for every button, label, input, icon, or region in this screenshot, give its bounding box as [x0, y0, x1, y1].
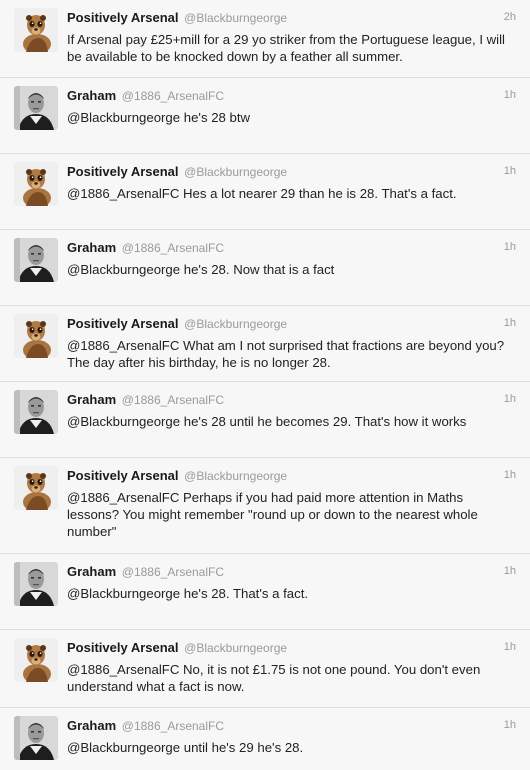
tweet-text: @Blackburngeorge he's 28 btw	[67, 110, 251, 125]
tweet-text: @1886_ArsenalFC Hes a lot nearer 29 than…	[67, 186, 457, 201]
tweet-author-name[interactable]: Positively Arsenal	[67, 316, 179, 331]
tweet-row[interactable]: Positively Arsenal @Blackburngeorge 1h @18…	[0, 154, 530, 230]
footballer-avatar-icon[interactable]	[14, 716, 58, 760]
tweet-author-name[interactable]: Positively Arsenal	[67, 164, 179, 179]
tweet-author-handle[interactable]: @1886_ArsenalFC	[122, 393, 224, 407]
tweet-header: Positively Arsenal @Blackburngeorge	[67, 10, 287, 26]
tweet-header: Graham @1886_ArsenalFC	[67, 718, 224, 734]
tweet-header: Graham @1886_ArsenalFC	[67, 88, 224, 104]
footballer-avatar-icon[interactable]	[14, 86, 58, 130]
tweet-timestamp[interactable]: 1h	[504, 641, 516, 653]
tweet-header: Graham @1886_ArsenalFC	[67, 564, 224, 580]
tweet-timestamp[interactable]: 1h	[504, 165, 516, 177]
tweet-header: Positively Arsenal @Blackburngeorge	[67, 164, 287, 180]
tweet-timestamp[interactable]: 1h	[504, 565, 516, 577]
tweet-row[interactable]: Graham @1886_ArsenalFC 1h @Blackburngeorge…	[0, 78, 530, 154]
tweet-author-name[interactable]: Graham	[67, 88, 116, 103]
footballer-avatar-icon[interactable]	[14, 390, 58, 434]
tweet-text: @1886_ArsenalFC What am I not surprised …	[67, 338, 505, 370]
meerkat-avatar-icon[interactable]	[14, 8, 58, 52]
tweet-row[interactable]: Graham @1886_ArsenalFC 1h @Blackburngeorge…	[0, 708, 530, 770]
tweet-row[interactable]: Graham @1886_ArsenalFC 1h @Blackburngeorge…	[0, 554, 530, 630]
tweet-row[interactable]: Positively Arsenal @Blackburngeorge 1h @18…	[0, 306, 530, 382]
tweet-text: If Arsenal pay £25+mill for a 29 yo stri…	[67, 32, 505, 64]
footballer-avatar-icon[interactable]	[14, 238, 58, 282]
tweet-text: @Blackburngeorge he's 28. Now that is a …	[67, 262, 335, 277]
tweet-author-name[interactable]: Graham	[67, 718, 116, 733]
tweet-author-handle[interactable]: @Blackburngeorge	[184, 165, 287, 179]
tweet-timestamp[interactable]: 1h	[504, 719, 516, 731]
tweet-author-name[interactable]: Graham	[67, 392, 116, 407]
tweet-author-name[interactable]: Positively Arsenal	[67, 10, 179, 25]
tweet-text: @1886_ArsenalFC No, it is not £1.75 is n…	[67, 662, 481, 694]
tweet-timeline: Positively Arsenal @Blackburngeorge 2h If …	[0, 0, 530, 770]
tweet-author-handle[interactable]: @Blackburngeorge	[184, 469, 287, 483]
tweet-timestamp[interactable]: 1h	[504, 241, 516, 253]
tweet-row[interactable]: Positively Arsenal @Blackburngeorge 1h @18…	[0, 630, 530, 708]
tweet-author-handle[interactable]: @1886_ArsenalFC	[122, 719, 224, 733]
tweet-row[interactable]: Positively Arsenal @Blackburngeorge 2h If …	[0, 0, 530, 78]
meerkat-avatar-icon[interactable]	[14, 466, 58, 510]
tweet-text: @Blackburngeorge he's 28. That's a fact.	[67, 586, 309, 601]
tweet-header: Graham @1886_ArsenalFC	[67, 392, 224, 408]
tweet-author-name[interactable]: Positively Arsenal	[67, 468, 179, 483]
tweet-author-handle[interactable]: @Blackburngeorge	[184, 641, 287, 655]
meerkat-avatar-icon[interactable]	[14, 638, 58, 682]
tweet-timestamp[interactable]: 1h	[504, 469, 516, 481]
tweet-header: Graham @1886_ArsenalFC	[67, 240, 224, 256]
tweet-row[interactable]: Graham @1886_ArsenalFC 1h @Blackburngeorge…	[0, 230, 530, 306]
tweet-timestamp[interactable]: 2h	[504, 11, 516, 23]
tweet-header: Positively Arsenal @Blackburngeorge	[67, 640, 287, 656]
tweet-row[interactable]: Graham @1886_ArsenalFC 1h @Blackburngeorge…	[0, 382, 530, 458]
tweet-author-name[interactable]: Graham	[67, 564, 116, 579]
tweet-text: @Blackburngeorge he's 28 until he become…	[67, 414, 467, 429]
meerkat-avatar-icon[interactable]	[14, 162, 58, 206]
meerkat-avatar-icon[interactable]	[14, 314, 58, 358]
tweet-author-handle[interactable]: @1886_ArsenalFC	[122, 89, 224, 103]
tweet-author-name[interactable]: Positively Arsenal	[67, 640, 179, 655]
tweet-timestamp[interactable]: 1h	[504, 89, 516, 101]
tweet-author-handle[interactable]: @Blackburngeorge	[184, 11, 287, 25]
tweet-author-name[interactable]: Graham	[67, 240, 116, 255]
tweet-text: @Blackburngeorge until he's 29 he's 28.	[67, 740, 304, 755]
tweet-row[interactable]: Positively Arsenal @Blackburngeorge 1h @18…	[0, 458, 530, 554]
tweet-text: @1886_ArsenalFC Perhaps if you had paid …	[67, 490, 478, 539]
tweet-author-handle[interactable]: @Blackburngeorge	[184, 317, 287, 331]
tweet-header: Positively Arsenal @Blackburngeorge	[67, 468, 287, 484]
footballer-avatar-icon[interactable]	[14, 562, 58, 606]
tweet-author-handle[interactable]: @1886_ArsenalFC	[122, 565, 224, 579]
tweet-header: Positively Arsenal @Blackburngeorge	[67, 316, 287, 332]
tweet-timestamp[interactable]: 1h	[504, 317, 516, 329]
tweet-timestamp[interactable]: 1h	[504, 393, 516, 405]
tweet-author-handle[interactable]: @1886_ArsenalFC	[122, 241, 224, 255]
